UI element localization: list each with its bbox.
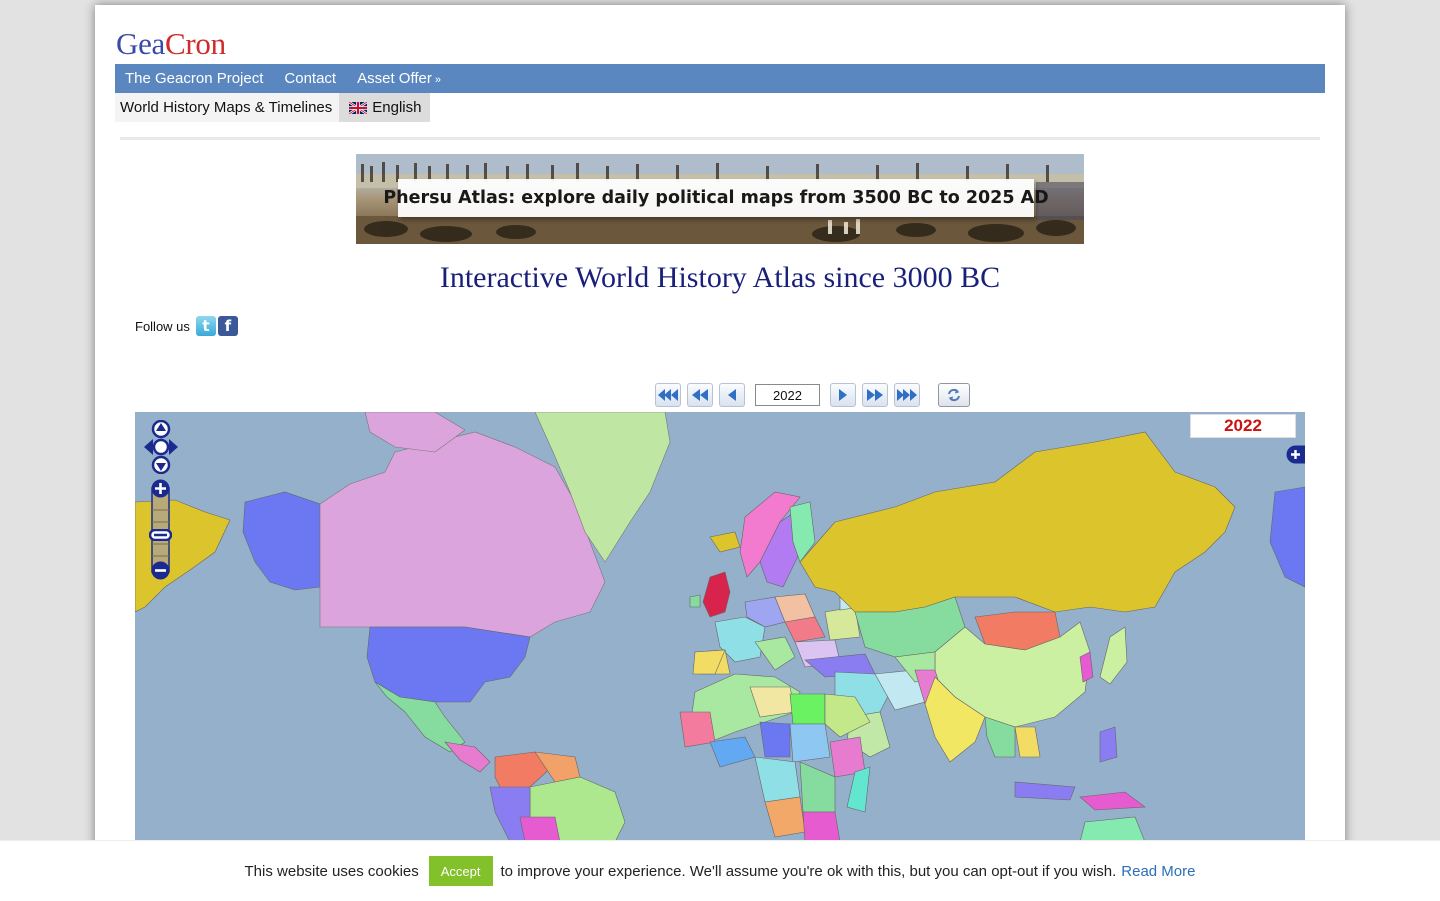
step-forward-button[interactable] xyxy=(830,383,856,407)
uk-flag-icon xyxy=(349,101,368,114)
nav-world-history-maps-label: World History Maps & Timelines xyxy=(120,99,333,116)
top-navigation: The Geacron Project Contact Asset Offer» xyxy=(115,64,1325,93)
nav-contact[interactable]: Contact xyxy=(274,70,346,87)
zoom-in-icon[interactable] xyxy=(151,479,170,498)
double-chevron-down-icon: » xyxy=(434,74,441,86)
follow-us-label: Follow us xyxy=(135,319,190,334)
fast-rewind-icon xyxy=(658,389,678,401)
cookie-consent-bar: This website uses cookies Accept to impr… xyxy=(0,840,1440,901)
rewind-icon xyxy=(692,389,708,401)
page-container: GeaCron The Geacron Project Contact Asse… xyxy=(95,5,1345,900)
refresh-button[interactable] xyxy=(938,383,970,407)
fast-forward-button[interactable] xyxy=(894,383,920,407)
refresh-icon xyxy=(948,388,960,402)
phersu-atlas-banner[interactable]: Phersu Atlas: explore daily political ma… xyxy=(356,154,1084,244)
cookie-accept-button[interactable]: Accept xyxy=(428,856,493,886)
step-forward-icon xyxy=(839,389,847,401)
world-history-map[interactable]: 2022 xyxy=(135,412,1305,842)
facebook-icon[interactable]: f xyxy=(217,316,238,336)
step-back-icon xyxy=(728,389,736,401)
year-input[interactable] xyxy=(755,384,820,406)
cookie-text-before: This website uses cookies xyxy=(244,862,419,880)
timeline-controls xyxy=(655,382,976,408)
logo-part-gea: Gea xyxy=(116,26,166,61)
nav-world-history-maps[interactable]: World History Maps & Timelines xyxy=(115,93,340,122)
header-divider xyxy=(120,137,1320,140)
language-selector[interactable]: English xyxy=(339,93,431,122)
fast-forward-icon xyxy=(897,389,917,401)
geacron-logo[interactable]: GeaCron xyxy=(116,27,226,61)
step-back-button[interactable] xyxy=(719,383,745,407)
forward-button[interactable] xyxy=(862,383,888,407)
language-label: English xyxy=(372,99,422,116)
layer-switcher-plus-icon[interactable] xyxy=(1286,445,1305,464)
cookie-read-more-link[interactable]: Read More xyxy=(1121,863,1195,880)
follow-us: Follow us t f xyxy=(135,316,238,336)
cookie-text-after: to improve your experience. We'll assume… xyxy=(500,862,1117,880)
twitter-icon[interactable]: t xyxy=(195,316,216,336)
nav-asset-offer-label: Asset Offer xyxy=(357,70,432,87)
zoom-slider-thumb[interactable] xyxy=(149,529,172,541)
nav-geacron-project[interactable]: The Geacron Project xyxy=(115,70,273,87)
fast-rewind-button[interactable] xyxy=(655,383,681,407)
world-map-image xyxy=(135,412,1305,842)
banner-text: Phersu Atlas: explore daily political ma… xyxy=(383,188,1049,208)
rewind-button[interactable] xyxy=(687,383,713,407)
pan-arrows-icon[interactable] xyxy=(142,420,180,474)
logo-part-cron: Cron xyxy=(165,26,226,61)
map-year-label: 2022 xyxy=(1190,414,1296,438)
banner-caption: Phersu Atlas: explore daily political ma… xyxy=(383,179,1049,217)
secondary-navigation: World History Maps & Timelines English xyxy=(115,93,431,122)
page-title: Interactive World History Atlas since 30… xyxy=(439,261,1001,294)
nav-asset-offer[interactable]: Asset Offer» xyxy=(347,70,451,87)
zoom-out-icon[interactable] xyxy=(151,561,170,580)
forward-icon xyxy=(867,389,883,401)
